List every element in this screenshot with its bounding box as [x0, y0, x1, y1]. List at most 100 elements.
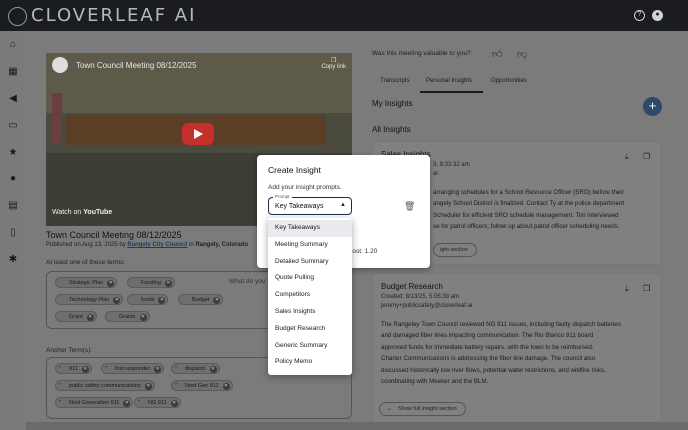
- footer-strip: [26, 422, 688, 430]
- terms-label: At least one of these terms:: [46, 259, 126, 266]
- copy-link-button[interactable]: ❐ Copy link: [321, 57, 346, 70]
- delete-icon[interactable]: 🗑︎: [404, 201, 415, 212]
- home-icon[interactable]: ⌂: [7, 39, 19, 51]
- thumbs-up-icon[interactable]: 👍︎: [492, 48, 502, 60]
- person-icon[interactable]: ●: [7, 173, 19, 185]
- option-generic-summary[interactable]: Generic Summary: [268, 338, 352, 355]
- remove-chip-icon[interactable]: ✕: [213, 297, 221, 304]
- term-chip[interactable]: Funding ✕: [127, 277, 175, 288]
- dashboard-icon[interactable]: ▦: [7, 66, 19, 78]
- quote-icon: ": [138, 400, 140, 406]
- copy-icon[interactable]: ❐: [643, 152, 652, 161]
- anchor-chip[interactable]: " Next Gen 911 ✕: [171, 380, 233, 391]
- anchor-chip[interactable]: " dispatch ✕: [171, 363, 220, 374]
- top-bar: CLOVERLEAF AI ? ●: [0, 0, 688, 31]
- insight-card-date: Created: 8/13/25, 5:05:38 am: [381, 294, 460, 300]
- option-policy-memo[interactable]: Policy Memo: [268, 354, 352, 371]
- meeting-title: Town Council Meeting 08/12/2025: [46, 230, 182, 240]
- insight-card-body: The Rangeley Town Council reviewed NG 91…: [381, 321, 621, 386]
- anchor-terms-label: Anchor Term(s):: [46, 347, 93, 354]
- remove-chip-icon[interactable]: ✕: [164, 280, 172, 287]
- quote-icon: ": [175, 366, 177, 372]
- anchor-chip[interactable]: " Next Generation 911 ✕: [55, 397, 134, 408]
- active-tab-indicator: [420, 91, 483, 93]
- all-insights-heading: All Insights: [372, 125, 411, 134]
- quote-icon: ": [59, 400, 61, 406]
- download-icon[interactable]: ⤓: [625, 152, 634, 161]
- remove-chip-icon[interactable]: ✕: [209, 366, 217, 373]
- account-circle-icon[interactable]: ●: [652, 10, 663, 21]
- option-competitors[interactable]: Competitors: [268, 287, 352, 304]
- remove-chip-icon[interactable]: ✕: [139, 314, 147, 321]
- watch-on-label: Watch on: [52, 209, 82, 216]
- term-chip[interactable]: Technology Plan ✕: [55, 294, 124, 305]
- feedback-question: Was this meeting valuable to you?: [372, 50, 471, 57]
- prompt-select[interactable]: Prompt Key Takeaways ▲: [268, 194, 352, 215]
- remove-chip-icon[interactable]: ✕: [81, 366, 89, 373]
- megaphone-icon[interactable]: ◀: [7, 93, 19, 105]
- cloverleaf-logo-icon: [8, 7, 27, 26]
- term-chip[interactable]: Grant ✕: [55, 311, 97, 322]
- settings-shield-icon[interactable]: ✱: [7, 254, 19, 266]
- location-text: Rangely, Colorado: [195, 242, 248, 248]
- chevron-down-icon: ⌄: [387, 406, 393, 412]
- chevron-up-icon: ▲: [340, 202, 346, 208]
- option-detailed-summary[interactable]: Detailed Summary: [268, 254, 352, 271]
- quote-icon: ": [59, 366, 61, 372]
- quote-icon: ": [105, 366, 107, 372]
- publisher-link[interactable]: Rangely City Council: [127, 242, 187, 248]
- term-chip[interactable]: Grants ✕: [105, 311, 150, 322]
- remove-chip-icon[interactable]: ✕: [86, 314, 94, 321]
- term-chip[interactable]: Budget ✕: [178, 294, 224, 305]
- insight-card-date: 3, 9:33:32 am: [433, 162, 470, 168]
- anchor-chip[interactable]: " first responder ✕: [101, 363, 165, 374]
- download-icon[interactable]: ⤓: [625, 284, 634, 293]
- option-quote-pulling[interactable]: Quote Pulling: [268, 270, 352, 287]
- tab-transcripts[interactable]: Transcripts: [380, 78, 409, 84]
- prompt-select-value: Key Takeaways: [275, 203, 324, 210]
- option-sales-insights[interactable]: Sales Insights: [268, 304, 352, 321]
- tab-personal-insights[interactable]: Personal Insights: [426, 78, 472, 84]
- option-budget-research[interactable]: Budget Research: [268, 321, 352, 338]
- published-line: Published on Aug 13, 2025 by Rangely Cit…: [46, 242, 248, 248]
- term-chip[interactable]: Strategic Plan ✕: [55, 277, 118, 288]
- copy-icon[interactable]: ❐: [643, 284, 652, 293]
- file-icon[interactable]: ▯: [7, 227, 19, 239]
- channel-avatar[interactable]: [52, 57, 68, 73]
- anchor-chip[interactable]: " 911 ✕: [55, 363, 92, 374]
- remove-chip-icon[interactable]: ✕: [158, 297, 166, 304]
- watch-on-youtube-button[interactable]: Watch on YouTube: [52, 209, 112, 216]
- term-chip[interactable]: funds ✕: [127, 294, 169, 305]
- prompt-options-menu: Key Takeaways Meeting Summary Detailed S…: [268, 218, 352, 375]
- anchor-chip[interactable]: " public safety communications ✕: [55, 380, 155, 391]
- location-prefix: in: [189, 242, 194, 248]
- remove-chip-icon[interactable]: ✕: [154, 366, 162, 373]
- remove-chip-icon[interactable]: ✕: [113, 297, 121, 304]
- my-insights-heading: My Insights: [372, 99, 413, 108]
- remove-chip-icon[interactable]: ✕: [107, 280, 115, 287]
- prompt-select-label: Prompt: [273, 194, 292, 199]
- youtube-logo-text: YouTube: [83, 209, 113, 216]
- show-full-insight-button[interactable]: ⌄ Show full insight section: [379, 402, 466, 416]
- help-circle-icon[interactable]: ?: [634, 10, 645, 21]
- option-meeting-summary[interactable]: Meeting Summary: [268, 237, 352, 254]
- chat-icon[interactable]: ▭: [7, 120, 19, 132]
- remove-chip-icon[interactable]: ✕: [222, 383, 230, 390]
- terms-search-input[interactable]: What do you: [229, 278, 266, 285]
- remove-chip-icon[interactable]: ✕: [123, 400, 131, 407]
- tab-opportunities[interactable]: Opportunities: [491, 78, 527, 84]
- dialog-subtitle: Add your insight prompts.: [268, 184, 342, 191]
- show-full-insight-button[interactable]: ight section: [433, 243, 477, 257]
- insight-card-title: Budget Research: [381, 282, 443, 291]
- document-icon[interactable]: ▤: [7, 200, 19, 212]
- video-overlay-title[interactable]: Town Council Meeting 08/12/2025: [76, 61, 197, 70]
- quote-icon: ": [59, 383, 61, 389]
- remove-chip-icon[interactable]: ✕: [144, 383, 152, 390]
- thumbs-down-icon[interactable]: 👎︎: [517, 48, 527, 60]
- add-insight-button[interactable]: +: [643, 97, 662, 116]
- remove-chip-icon[interactable]: ✕: [170, 400, 178, 407]
- option-key-takeaways[interactable]: Key Takeaways: [268, 220, 352, 237]
- play-button[interactable]: [182, 123, 214, 145]
- anchor-chip[interactable]: " NG 911 ✕: [134, 397, 181, 408]
- star-icon[interactable]: ★: [7, 147, 19, 159]
